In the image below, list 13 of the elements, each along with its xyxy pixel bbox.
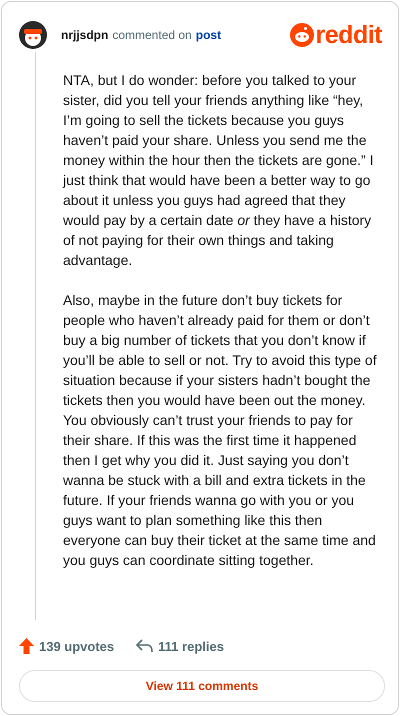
reply-count[interactable]: 111 replies — [136, 638, 224, 654]
author-name[interactable]: nrjjsdpn — [61, 28, 108, 42]
action-text: commented on — [112, 28, 192, 42]
snoo-logo-icon — [290, 23, 314, 47]
avatar-icon — [19, 21, 47, 49]
upvote-count[interactable]: 139 upvotes — [19, 638, 114, 654]
reply-arrow-icon — [136, 639, 154, 653]
comment-paragraph: NTA, but I do wonder: before you talked to your sister, did you tell your friends anything like “hey, I’m going to sell the tickets because you guys haven’t paid your share. Unless you send me the money within the hour then the tickets are gone.” I just think that would have been a better way to go about it unless you guys had agreed that they would pay by a certain date or they have a history of not paying for their own things and taking advantage. — [62, 71, 374, 270]
reddit-wordmark: reddit — [316, 20, 382, 50]
post-link[interactable]: post — [196, 28, 222, 42]
upvote-arrow-icon — [19, 638, 34, 654]
comment-paragraph: Also, maybe in the future don’t buy tickets for people who haven’t already paid for them or don’t buy a big number of tickets that you don’t know if you’ll be able to sell or not. Try to avoid this type of situation because if your sisters hadn’t bought the tickets then you would have been out the money. You obviously can’t trust your friends to pay for their share. If this was the first time it happened then I get why you did it. Just saying you don’t wanna be stuck with a bill and extra tickets in the future. If your friends wanna go with you or you guys want to plan something like this then everyone can buy their ticket at the same time and you guys can coordinate sitting together. — [62, 291, 378, 570]
view-comments-button[interactable]: View 111 comments — [19, 670, 385, 702]
